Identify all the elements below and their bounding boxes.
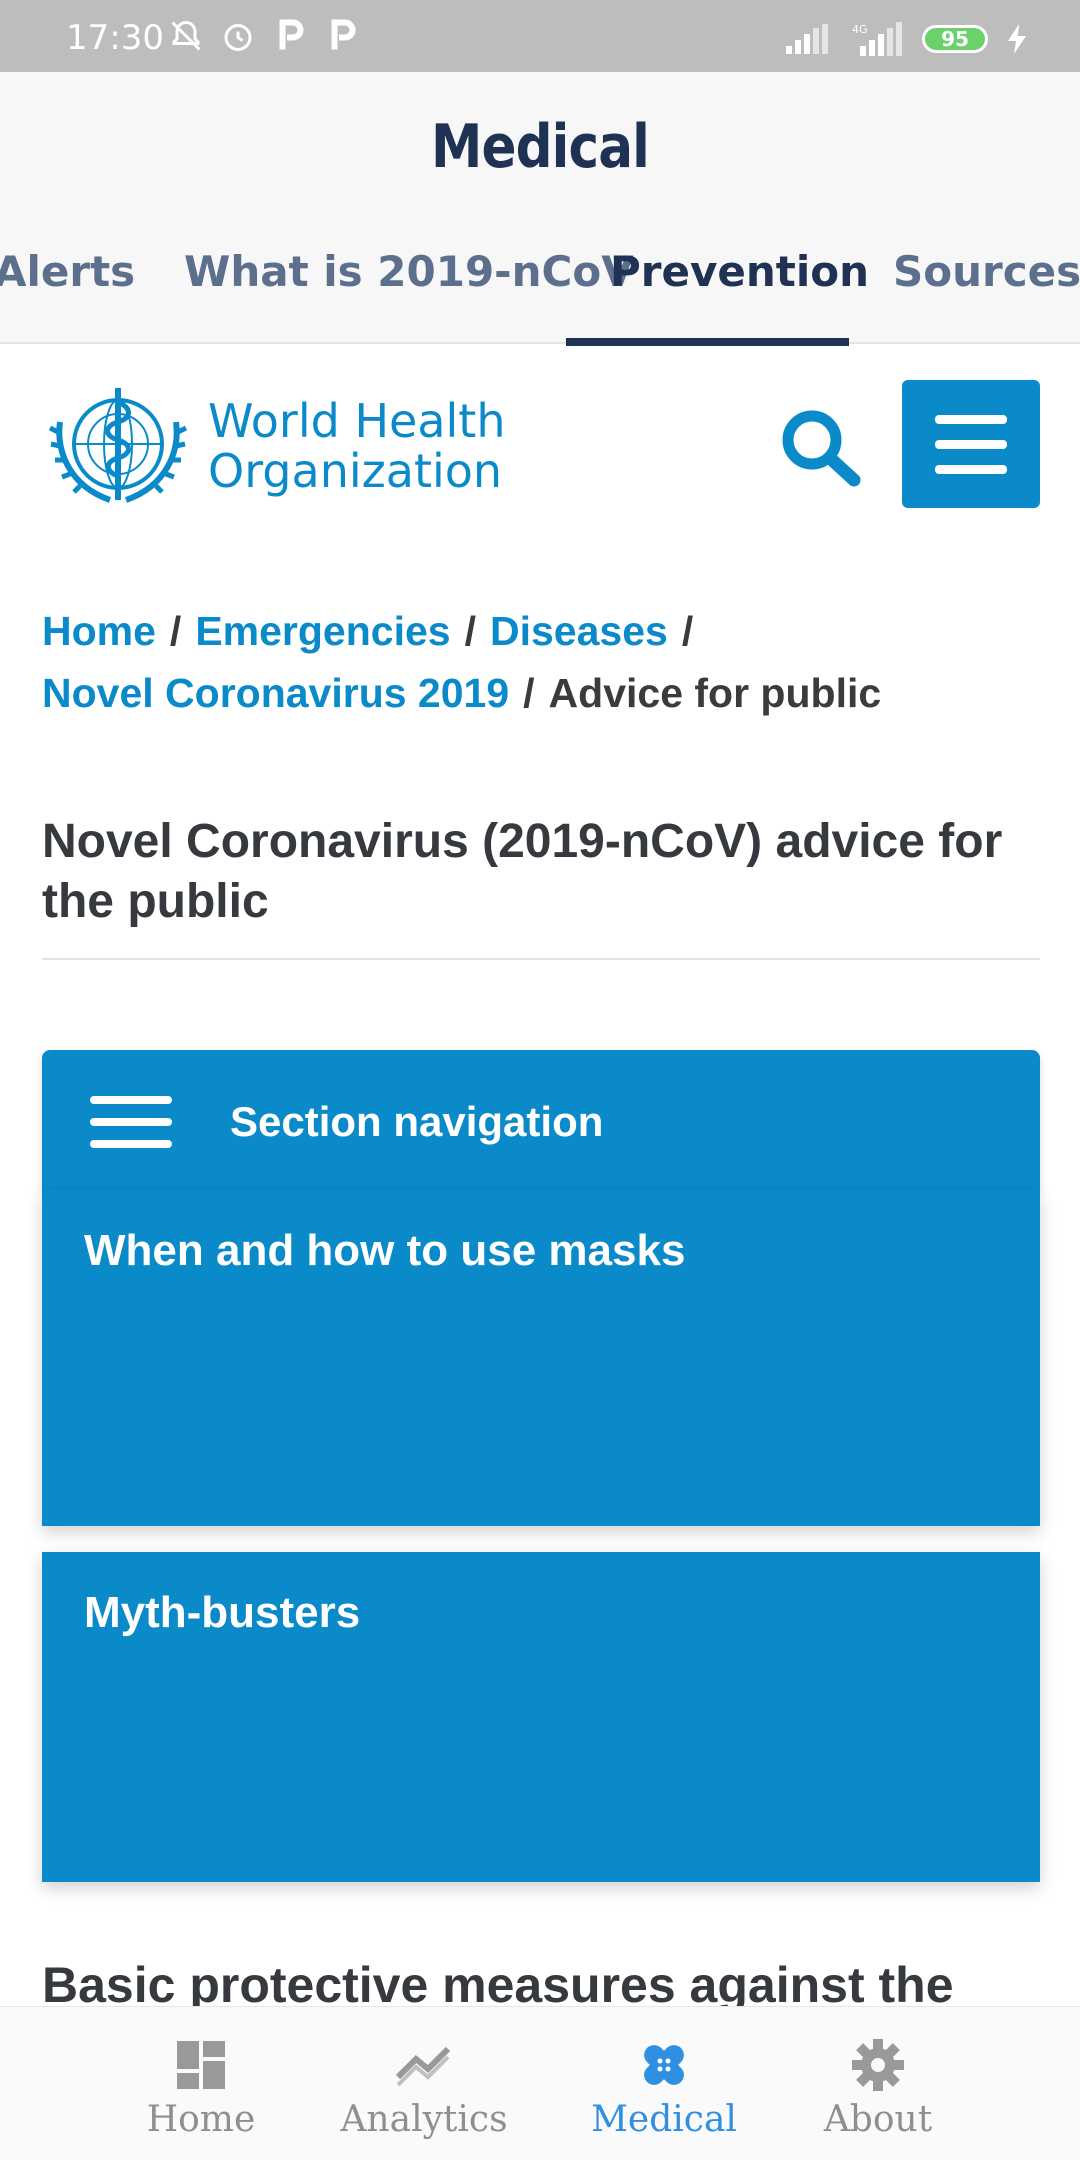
mute-bell-icon: [171, 20, 201, 51]
divider: [42, 958, 1040, 960]
nav-home[interactable]: Home: [101, 2037, 301, 2140]
bandage-icon: [644, 2045, 684, 2085]
status-time: 17:30: [66, 18, 164, 58]
dashboard-icon: [177, 2041, 225, 2089]
hamburger-icon: [90, 1096, 172, 1148]
who-logo-line2: Organization: [208, 444, 503, 498]
page-title-bar: Medical: [430, 112, 650, 182]
tab-prevention[interactable]: Prevention: [610, 222, 869, 344]
menu-button[interactable]: [902, 380, 1040, 508]
search-icon[interactable]: [776, 404, 866, 494]
parking-icon: [331, 19, 356, 50]
nav-analytics[interactable]: Analytics: [324, 2037, 524, 2140]
bottom-navigation: Home Analytics Medical About: [0, 2006, 1080, 2160]
nav-label: Medical: [591, 2099, 737, 2140]
active-tab-indicator: [566, 338, 849, 346]
signal-4g-icon: 4G: [852, 22, 902, 56]
nav-about[interactable]: About: [778, 2037, 978, 2140]
breadcrumb-emergencies[interactable]: Emergencies: [195, 608, 450, 654]
charging-icon: [1008, 24, 1026, 54]
tab-alerts[interactable]: Alerts: [0, 222, 135, 344]
alarm-icon: [224, 24, 252, 51]
card-myth-busters[interactable]: Myth-busters: [42, 1552, 1040, 1882]
status-bar: 17:30 4G 95: [0, 0, 1080, 72]
breadcrumb-diseases[interactable]: Diseases: [490, 608, 668, 654]
nav-label: Home: [146, 2099, 256, 2140]
card-masks[interactable]: When and how to use masks: [42, 1190, 1040, 1526]
trending-icon: [395, 2046, 451, 2087]
card-title: When and how to use masks: [84, 1226, 686, 1275]
section-navigation-label: Section navigation: [230, 1098, 604, 1145]
who-logo-text[interactable]: World Health Organization: [208, 396, 506, 496]
nav-label: Analytics: [340, 2099, 508, 2140]
breadcrumb-current: Advice for public: [548, 670, 882, 716]
breadcrumb: Home / Emergencies / Diseases / Novel Coronavi…: [42, 608, 882, 716]
who-emblem-icon[interactable]: [40, 382, 196, 512]
svg-text:4G: 4G: [852, 23, 868, 36]
nav-medical[interactable]: Medical: [564, 2037, 764, 2140]
page-title: Novel Coronavirus (2019-nCoV) advice for…: [42, 815, 1003, 928]
breadcrumb-home[interactable]: Home: [42, 608, 156, 654]
breadcrumb-novel-coronavirus[interactable]: Novel Coronavirus 2019: [42, 670, 509, 716]
who-logo-line1: World Health: [208, 394, 506, 448]
tab-bar: Alerts What is 2019-nCoV Prevention Sour…: [0, 222, 1080, 346]
gear-icon: [852, 2039, 904, 2091]
tab-what-is[interactable]: What is 2019-nCoV: [184, 222, 634, 344]
app-header: Medical Alerts What is 2019-nCoV Prevent…: [0, 72, 1080, 346]
battery-indicator: 95: [922, 25, 988, 53]
parking-icon: [279, 19, 304, 50]
tab-sources[interactable]: Sources: [893, 222, 1080, 344]
who-site-header: World Health Organization: [0, 346, 1080, 526]
card-title: Myth-busters: [84, 1588, 361, 1637]
section-navigation-button[interactable]: Section navigation: [42, 1050, 1040, 1190]
signal-icon: [786, 24, 828, 54]
nav-label: About: [823, 2099, 933, 2140]
